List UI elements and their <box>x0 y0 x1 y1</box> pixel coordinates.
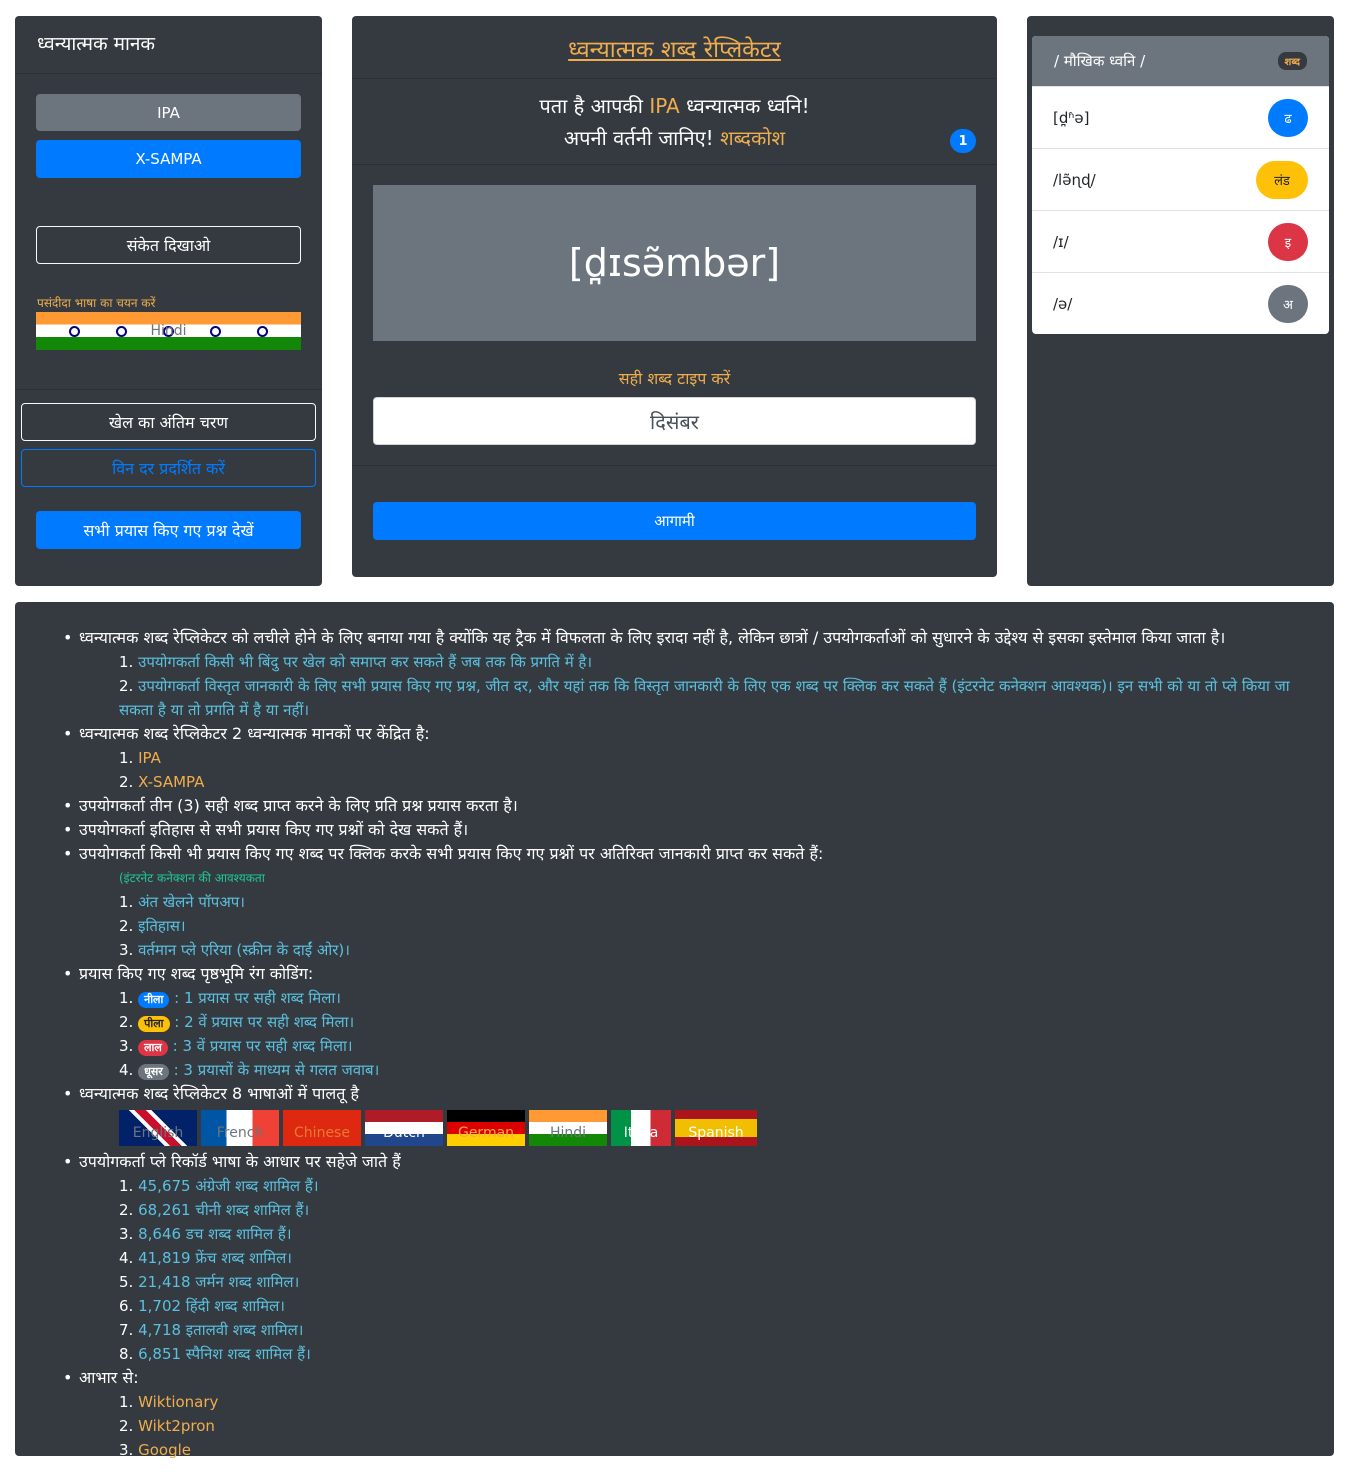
show-winrate-button[interactable]: विन दर प्रदर्शित करें <box>21 449 316 487</box>
info-bullet: उपयोगकर्ता किसी भी प्रयास किए गए शब्द पर… <box>63 842 1322 866</box>
info-subitem: 2. 68,261 चीनी शब्द शामिल हैं। <box>119 1201 310 1219</box>
info-bullet: ध्वन्यात्मक शब्द रेप्लिकेटर को लचीले होन… <box>63 626 1322 650</box>
flag-dutch[interactable]: Dutch <box>365 1110 443 1146</box>
type-word-label: सही शब्द टाइप करें <box>618 369 731 388</box>
app-title[interactable]: ध्वन्यात्मक शब्द रेप्लिकेटर <box>352 32 997 64</box>
sound-list-header: / मौखिक ध्वनि / शब्द <box>1032 36 1329 86</box>
credit-link-google[interactable]: 3. Google <box>79 1438 1322 1462</box>
flag-german[interactable]: German <box>447 1110 525 1146</box>
language-select-label: पसंदीदा भाषा का चयन करें <box>37 296 156 310</box>
flag-hindi[interactable]: Hindi <box>529 1110 607 1146</box>
credit-link-wikt2pron[interactable]: 2. Wikt2pron <box>79 1414 1322 1438</box>
info-subitem: 2. इतिहास। <box>119 917 186 935</box>
game-panel: ध्वन्यात्मक शब्द रेप्लिकेटर पता है आपकी … <box>352 16 997 577</box>
sound-list-title: / मौखिक ध्वनि / <box>1054 52 1146 70</box>
letter-pill: इ <box>1268 222 1308 261</box>
info-subitem: 2. पीला : 2 वें प्रयास पर सही शब्द मिला। <box>119 1013 355 1032</box>
language-select-text: Hindi <box>150 323 187 339</box>
info-subitem: 2. उपयोगकर्ता विस्तृत जानकारी के लिए सभी… <box>119 677 1290 719</box>
info-subitem[interactable]: 1. IPA <box>79 746 1322 770</box>
language-flags: English French Chinese Dutch German Hind… <box>79 1110 1322 1146</box>
info-subitem: 3. लाल : 3 वें प्रयास पर सही शब्द मिला। <box>119 1037 353 1056</box>
flag-italian[interactable]: Italia <box>611 1110 671 1146</box>
flag-french[interactable]: French <box>201 1110 279 1146</box>
sound-list: / मौखिक ध्वनि / शब्द [d̪ʱə] ढ /lə̃ɳɖ/ लं… <box>1032 36 1329 334</box>
sound-text: /ɪ/ <box>1053 232 1069 251</box>
info-bullet: आभार से: <box>63 1366 1322 1390</box>
sound-text: [d̪ʱə] <box>1053 108 1090 127</box>
word-badge: शब्द <box>1277 52 1307 70</box>
credit-link-wiktionary[interactable]: 1. Wiktionary <box>79 1390 1322 1414</box>
info-subitem: 1. उपयोगकर्ता किसी भी बिंदु पर खेल को सम… <box>119 653 593 671</box>
language-select-hindi[interactable]: Hindi <box>36 312 301 350</box>
list-item[interactable]: /ɪ/ इ <box>1032 210 1329 272</box>
word-input[interactable] <box>373 397 976 445</box>
info-bullet: उपयोगकर्ता तीन (3) सही शब्द प्राप्त करने… <box>63 794 1322 818</box>
info-bullet: प्रयास किए गए शब्द पृष्ठभूमि रंग कोडिंग: <box>63 962 1322 986</box>
info-note: (इंटरनेट कनेक्शन की आवश्यकता <box>119 871 265 885</box>
flag-chinese[interactable]: Chinese <box>283 1110 361 1146</box>
info-subitem: 3. वर्तमान प्ले एरिया (स्क्रीन के दाईं ओ… <box>119 941 350 959</box>
list-item[interactable]: /lə̃ɳɖ/ लंड <box>1032 148 1329 210</box>
info-subitem: 5. 21,418 जर्मन शब्द शामिल। <box>119 1273 300 1291</box>
letter-pill: अ <box>1268 284 1308 323</box>
list-item[interactable]: /ə/ अ <box>1032 272 1329 334</box>
sound-text: /lə̃ɳɖ/ <box>1053 170 1096 189</box>
sound-text: /ə/ <box>1053 294 1073 313</box>
info-subitem: 3. 8,646 डच शब्द शामिल हैं। <box>119 1225 292 1243</box>
info-subitem: 1. 45,675 अंग्रेजी शब्द शामिल हैं। <box>119 1177 319 1195</box>
dictionary-link[interactable]: शब्दकोश <box>720 126 785 150</box>
attempt-count-badge: 1 <box>950 129 976 153</box>
phonetic-display: [d̪ɪsə̃mbər] <box>373 185 976 341</box>
info-subitem[interactable]: 2. X-SAMPA <box>79 770 1322 794</box>
letter-pill: ढ <box>1268 98 1308 137</box>
info-subitem: 8. 6,851 स्पैनिश शब्द शामिल हैं। <box>119 1345 311 1363</box>
phonetic-standard-panel: ध्वन्यात्मक मानक IPA X-SAMPA संकेत दिखाओ… <box>15 16 322 586</box>
info-subitem: 1. अंत खेलने पॉपअप। <box>119 893 245 911</box>
info-subitem: 6. 1,702 हिंदी शब्द शामिल। <box>119 1297 285 1315</box>
list-item[interactable]: [d̪ʱə] ढ <box>1032 86 1329 148</box>
end-game-button[interactable]: खेल का अंतिम चरण <box>21 403 316 441</box>
ipa-button[interactable]: IPA <box>36 94 301 131</box>
info-subitem: 1. नीला : 1 प्रयास पर सही शब्द मिला। <box>119 989 341 1008</box>
prompt-line-2: अपनी वर्तनी जानिए! शब्दकोश <box>563 126 786 150</box>
info-bullet: ध्वन्यात्मक शब्द रेप्लिकेटर 8 भाषाओं में… <box>63 1082 1322 1106</box>
flag-english[interactable]: English <box>119 1110 197 1146</box>
flag-spanish[interactable]: Spanish <box>675 1110 757 1146</box>
info-bullet: ध्वन्यात्मक शब्द रेप्लिकेटर 2 ध्वन्यात्म… <box>63 722 1322 746</box>
panel-title: ध्वन्यात्मक मानक <box>15 16 322 74</box>
xsampa-button[interactable]: X-SAMPA <box>36 140 301 178</box>
info-subitem: 4. धूसर : 3 प्रयासों के माध्यम से गलत जव… <box>119 1061 380 1080</box>
next-button[interactable]: आगामी <box>373 502 976 540</box>
info-bullet: उपयोगकर्ता प्ले रिकॉर्ड भाषा के आधार पर … <box>63 1150 1322 1174</box>
oral-sound-panel: / मौखिक ध्वनि / शब्द [d̪ʱə] ढ /lə̃ɳɖ/ लं… <box>1027 16 1334 586</box>
info-bullet: उपयोगकर्ता इतिहास से सभी प्रयास किए गए प… <box>63 818 1322 842</box>
letter-pill: लंड <box>1256 160 1308 199</box>
show-hint-button[interactable]: संकेत दिखाओ <box>36 226 301 264</box>
info-subitem: 7. 4,718 इतालवी शब्द शामिल। <box>119 1321 304 1339</box>
prompt-line-1: पता है आपकी IPA ध्वन्यात्मक ध्वनि! <box>539 94 810 118</box>
info-subitem: 4. 41,819 फ्रेंच शब्द शामिल। <box>119 1249 292 1267</box>
view-all-questions-button[interactable]: सभी प्रयास किए गए प्रश्न देखें <box>36 511 301 549</box>
info-panel: ध्वन्यात्मक शब्द रेप्लिकेटर को लचीले होन… <box>15 602 1334 1459</box>
